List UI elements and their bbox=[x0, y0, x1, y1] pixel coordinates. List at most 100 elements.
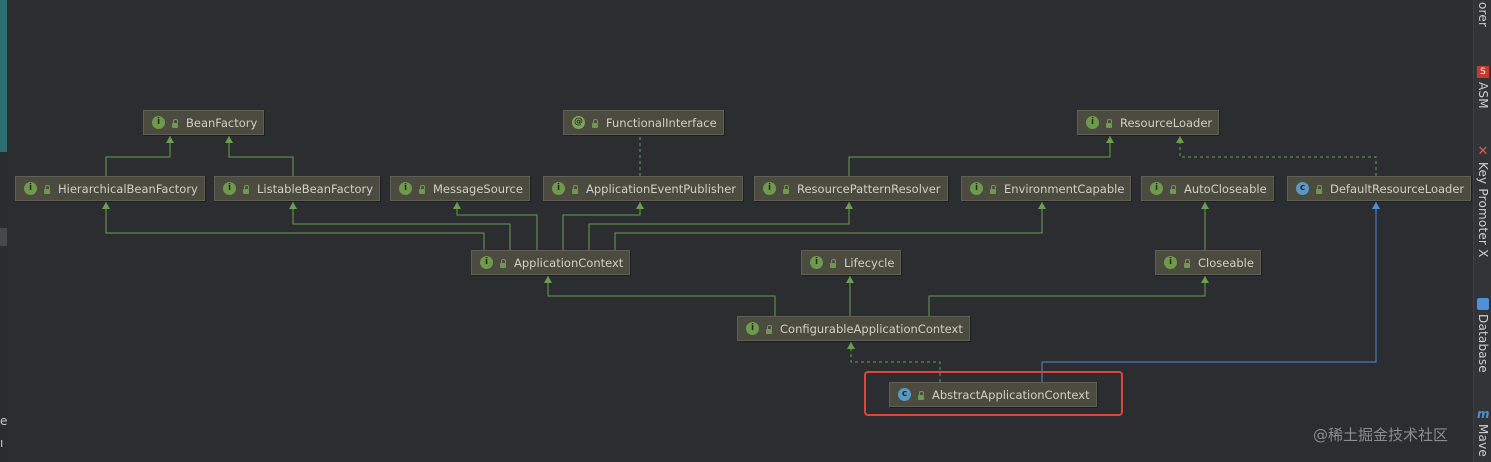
node-label: MessageSource bbox=[433, 181, 523, 196]
node-label: HierarchicalBeanFactory bbox=[58, 181, 198, 196]
node-label: ApplicationEventPublisher bbox=[586, 181, 736, 196]
node-label: ApplicationContext bbox=[514, 255, 624, 270]
node-label: FunctionalInterface bbox=[606, 115, 717, 130]
public-lock-icon bbox=[781, 184, 791, 194]
maven-icon: m bbox=[1477, 407, 1490, 421]
edge-appctx-to-environment bbox=[614, 202, 1043, 250]
arrow-head bbox=[636, 202, 644, 209]
public-lock-icon bbox=[764, 324, 774, 334]
public-lock-icon bbox=[498, 258, 508, 268]
arrow-head bbox=[166, 136, 174, 143]
node-label: ResourceLoader bbox=[1120, 115, 1213, 130]
node-configurable-application-context[interactable]: i ConfigurableApplicationContext bbox=[737, 316, 970, 341]
node-resource-pattern-resolver[interactable]: i ResourcePatternResolver bbox=[754, 176, 948, 201]
key-promoter-icon: ✕ bbox=[1477, 144, 1489, 159]
public-lock-icon bbox=[241, 184, 251, 194]
node-default-resource-loader[interactable]: c DefaultResourceLoader bbox=[1287, 176, 1472, 201]
node-label: ResourcePatternResolver bbox=[797, 181, 941, 196]
node-bean-factory[interactable]: i BeanFactory bbox=[143, 110, 265, 135]
node-label: DefaultResourceLoader bbox=[1330, 181, 1465, 196]
edge-appctx-to-resolver bbox=[588, 202, 850, 250]
sidebar-tool-asm[interactable]: ASM bbox=[1476, 82, 1490, 109]
edge-appctx-to-publisher bbox=[562, 202, 641, 250]
public-lock-icon bbox=[1182, 258, 1192, 268]
database-icon bbox=[1477, 298, 1489, 310]
arrow-head bbox=[102, 202, 110, 209]
public-lock-icon bbox=[988, 184, 998, 194]
edge-configurable-to-closeable bbox=[928, 276, 1206, 316]
node-application-event-publisher[interactable]: i ApplicationEventPublisher bbox=[543, 176, 743, 201]
right-tool-sidebar: orer S ASM ✕ Key Promoter X Database m M… bbox=[1473, 0, 1491, 462]
interface-icon: i bbox=[1150, 182, 1163, 195]
arrow-head bbox=[845, 202, 853, 209]
node-label: EnvironmentCapable bbox=[1004, 181, 1125, 196]
diagram-edges bbox=[102, 136, 1380, 382]
interface-icon: i bbox=[970, 182, 983, 195]
class-icon: c bbox=[1296, 182, 1309, 195]
edge-appctx-to-messagesource bbox=[456, 202, 538, 250]
interface-icon: i bbox=[1164, 256, 1177, 269]
arrow-head bbox=[1106, 136, 1114, 143]
interface-icon: i bbox=[152, 116, 165, 129]
interface-icon: i bbox=[399, 182, 412, 195]
highlight-box bbox=[864, 371, 1123, 416]
edge-appctx-to-hierarchical bbox=[105, 202, 485, 250]
watermark: @稀土掘金技术社区 bbox=[1313, 426, 1449, 444]
public-lock-icon bbox=[417, 184, 427, 194]
public-lock-icon bbox=[570, 184, 580, 194]
arrow-head bbox=[225, 136, 233, 143]
interface-icon: i bbox=[223, 182, 236, 195]
node-environment-capable[interactable]: i EnvironmentCapable bbox=[961, 176, 1132, 201]
sidebar-tool-database[interactable]: Database bbox=[1476, 314, 1490, 373]
edge-configurable-to-appctx bbox=[547, 276, 776, 316]
interface-icon: i bbox=[763, 182, 776, 195]
interface-icon: i bbox=[1086, 116, 1099, 129]
public-lock-icon bbox=[590, 118, 600, 128]
annotation-icon: @ bbox=[572, 116, 585, 129]
arrow-head bbox=[846, 276, 854, 283]
node-hierarchical-bean-factory[interactable]: i HierarchicalBeanFactory bbox=[15, 176, 205, 201]
node-label: ListableBeanFactory bbox=[257, 181, 374, 196]
interface-icon: i bbox=[552, 182, 565, 195]
arrow-head bbox=[453, 202, 461, 209]
edge-resolver-to-loader bbox=[848, 136, 1111, 176]
interface-icon: i bbox=[24, 182, 37, 195]
edge-appctx-to-listable bbox=[292, 202, 511, 250]
arrow-head bbox=[1176, 136, 1184, 143]
edge-abstract-to-defaultloader bbox=[1041, 202, 1377, 382]
public-lock-icon bbox=[1104, 118, 1114, 128]
public-lock-icon bbox=[1168, 184, 1178, 194]
node-label: Lifecycle bbox=[844, 255, 895, 270]
node-listable-bean-factory[interactable]: i ListableBeanFactory bbox=[214, 176, 381, 201]
arrow-head bbox=[1038, 202, 1046, 209]
asm-icon: S bbox=[1477, 66, 1489, 78]
sidebar-tool-maven[interactable]: Mave bbox=[1476, 424, 1490, 457]
node-label: AutoCloseable bbox=[1184, 181, 1267, 196]
public-lock-icon bbox=[170, 118, 180, 128]
edge-defaultloader-to-loader bbox=[1179, 136, 1377, 176]
node-label: Closeable bbox=[1198, 255, 1254, 270]
interface-icon: i bbox=[746, 322, 759, 335]
node-label: ConfigurableApplicationContext bbox=[780, 321, 963, 336]
arrow-head bbox=[1201, 276, 1209, 283]
arrow-head bbox=[1372, 202, 1380, 209]
interface-icon: i bbox=[480, 256, 493, 269]
edge-listable-to-beanfactory bbox=[228, 136, 294, 176]
node-functional-interface[interactable]: @ FunctionalInterface bbox=[563, 110, 724, 135]
public-lock-icon bbox=[828, 258, 838, 268]
node-auto-closeable[interactable]: i AutoCloseable bbox=[1141, 176, 1274, 201]
interface-icon: i bbox=[810, 256, 823, 269]
sidebar-tool-explorer[interactable]: orer bbox=[1476, 2, 1490, 27]
node-message-source[interactable]: i MessageSource bbox=[390, 176, 530, 201]
node-application-context[interactable]: i ApplicationContext bbox=[471, 250, 631, 275]
node-label: BeanFactory bbox=[186, 115, 258, 130]
arrow-head bbox=[289, 202, 297, 209]
public-lock-icon bbox=[1314, 184, 1324, 194]
node-resource-loader[interactable]: i ResourceLoader bbox=[1077, 110, 1220, 135]
node-closeable[interactable]: i Closeable bbox=[1155, 250, 1261, 275]
sidebar-tool-key-promoter-x[interactable]: Key Promoter X bbox=[1476, 162, 1490, 258]
node-lifecycle[interactable]: i Lifecycle bbox=[801, 250, 902, 275]
edge-hierarchical-to-beanfactory bbox=[105, 136, 171, 176]
arrow-head bbox=[544, 276, 552, 283]
public-lock-icon bbox=[42, 184, 52, 194]
